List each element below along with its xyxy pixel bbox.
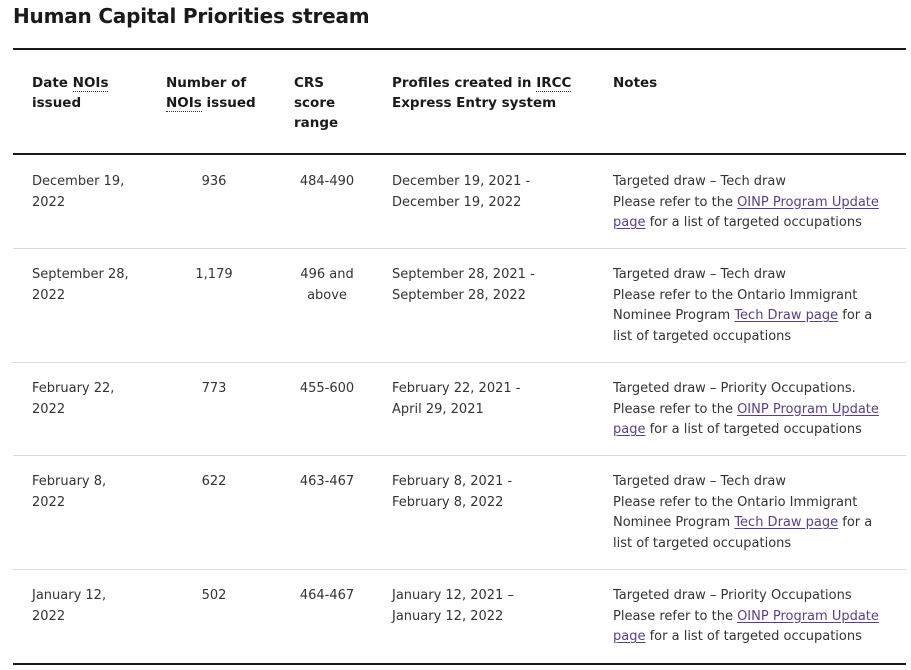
row-divider [13, 362, 906, 363]
header-date-abbr[interactable]: NOIs [72, 75, 109, 92]
table-top-rule [13, 48, 906, 50]
row-1-crs: 484-490 [299, 174, 355, 189]
row-2-profiles: September 28, 2021 - September 28, 2022 [392, 267, 535, 303]
row-divider [13, 455, 906, 456]
row-4-date: February 8, 2022 [32, 474, 107, 510]
row-3-note-pre: Please refer to the [613, 401, 738, 417]
row-3-note-post: for a list of targeted occupations [645, 422, 862, 437]
row-3-notes: Targeted draw – Priority Occupations. Ple… [613, 379, 893, 441]
row-3-profiles: February 22, 2021 - April 29, 2021 [392, 381, 521, 417]
header-date-pre: Date [32, 75, 73, 91]
row-1-notes: Targeted draw – Tech draw Please refer to… [613, 172, 893, 234]
row-5-number: 502 [201, 588, 227, 603]
header-profiles-pre: Profiles created in [392, 75, 537, 91]
row-4-notes: Targeted draw – Tech draw Please refer to… [613, 472, 893, 554]
row-1-profiles: December 19, 2021 - December 19, 2022 [392, 174, 531, 210]
row-4-number: 622 [201, 474, 227, 489]
row-5-date: January 12, 2022 [32, 588, 107, 624]
row-1-number: 936 [201, 174, 227, 189]
row-5-notes: Targeted draw – Priority Occupations Plea… [613, 586, 893, 648]
row-5-note-pre: Please refer to the [613, 608, 738, 624]
row-1-date: December 19, 2022 [32, 174, 125, 210]
header-crs: CRS score range [294, 75, 339, 131]
row-5-profiles: January 12, 2021 – January 12, 2022 [392, 588, 514, 624]
row-3-date: February 22, 2022 [32, 381, 115, 417]
page: Human Capital Priorities stream Date NOI… [0, 0, 911, 670]
section-title: Human Capital Priorities stream [13, 4, 370, 28]
row-2-notes: Targeted draw – Tech draw Please refer to… [613, 265, 893, 347]
row-divider [13, 248, 906, 249]
tech-draw-page-link[interactable]: Tech Draw page [734, 308, 838, 323]
header-number-abbr[interactable]: NOIs [166, 95, 202, 112]
row-2-date: September 28, 2022 [32, 267, 129, 303]
header-date: Date NOIs issued [32, 73, 142, 113]
table-bottom-rule [13, 663, 906, 665]
tech-draw-page-link[interactable]: Tech Draw page [734, 515, 838, 530]
row-1-note-line: Targeted draw – Tech draw [613, 174, 787, 189]
header-number-pre: Number of [166, 75, 247, 91]
header-date-post: issued [32, 95, 82, 111]
row-2-crs: 496 and above [300, 267, 354, 303]
header-number: Number of NOIs issued [166, 73, 276, 113]
row-3-number: 773 [201, 381, 227, 396]
row-3-crs: 455-600 [299, 381, 355, 396]
row-1-note-post: for a list of targeted occupations [645, 215, 862, 230]
row-5-note-post: for a list of targeted occupations [645, 629, 862, 644]
row-4-crs: 463-467 [299, 474, 355, 489]
header-number-post: issued [201, 95, 256, 111]
header-notes: Notes [613, 75, 658, 91]
row-4-profiles: February 8, 2021 - February 8, 2022 [392, 474, 513, 510]
header-profiles: Profiles created in IRCC Express Entry s… [392, 73, 592, 113]
table-header-rule [13, 153, 906, 155]
header-profiles-abbr[interactable]: IRCC [536, 75, 572, 92]
row-5-note-line: Targeted draw – Priority Occupations [613, 588, 852, 603]
row-5-crs: 464-467 [299, 588, 355, 603]
row-2-note-line: Targeted draw – Tech draw [613, 267, 787, 282]
row-divider [13, 569, 906, 570]
row-2-number: 1,179 [195, 267, 233, 282]
row-1-note-pre: Please refer to the [613, 194, 738, 210]
row-3-note-line: Targeted draw – Priority Occupations. [613, 381, 856, 396]
header-profiles-post: Express Entry system [392, 95, 557, 111]
row-4-note-line: Targeted draw – Tech draw [613, 474, 787, 489]
